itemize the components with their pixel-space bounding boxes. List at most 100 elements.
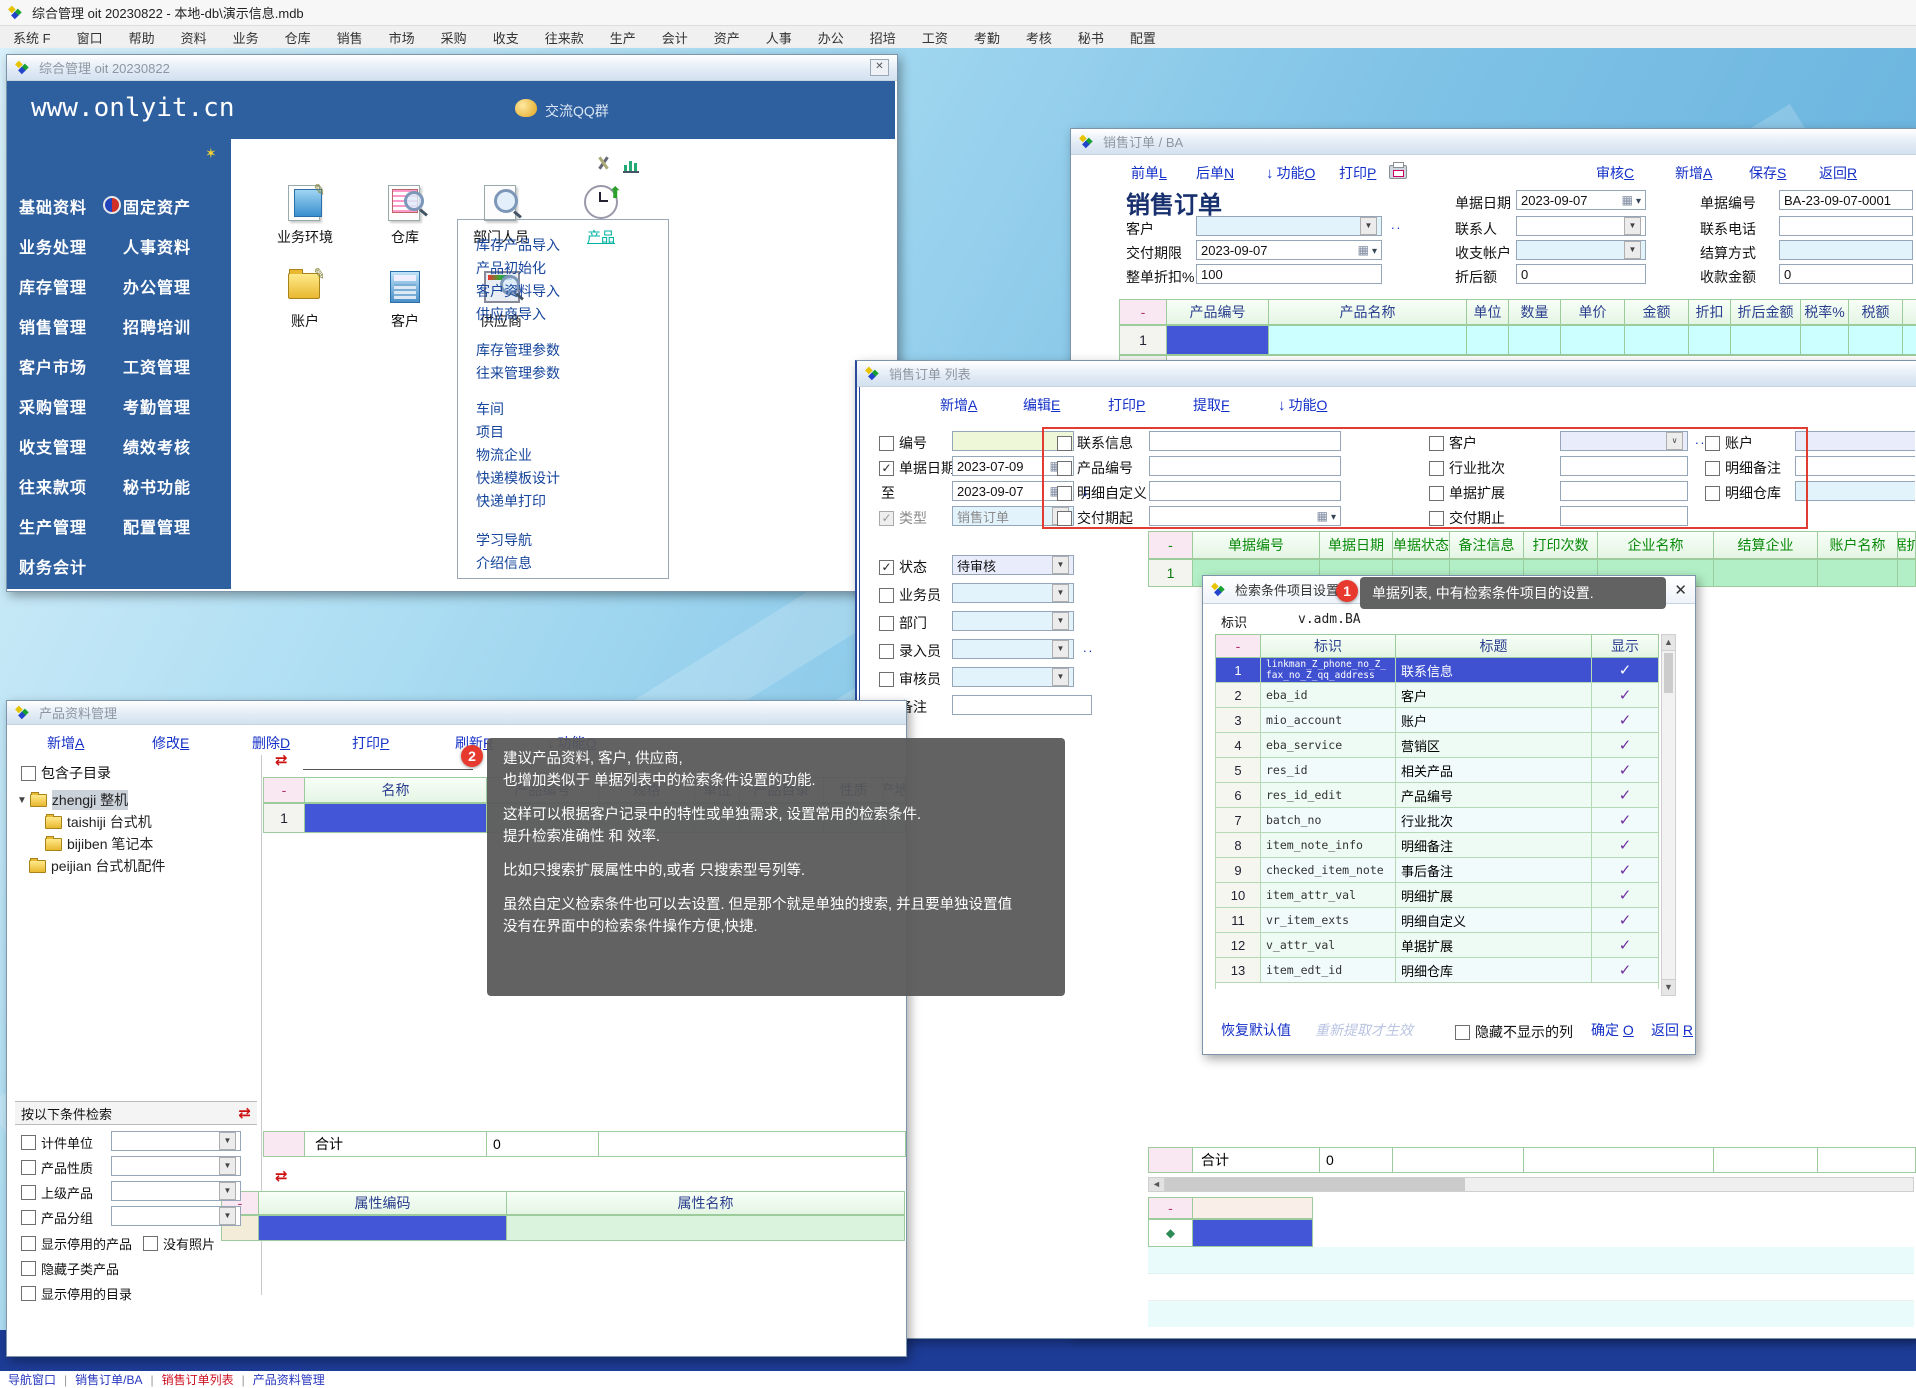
sidebar-item[interactable]: 基础资料	[19, 194, 87, 218]
show-disabled-checkbox[interactable]	[21, 1236, 36, 1251]
tree-node-root[interactable]: ▼zhengji 整机	[17, 789, 247, 811]
include-sub-checkbox[interactable]	[21, 766, 36, 781]
sidebar-item[interactable]: 财务会计	[19, 554, 87, 578]
menu-item[interactable]: 生产	[597, 28, 649, 47]
detail-row-selected[interactable]: ◆	[1148, 1219, 1914, 1247]
quick-link[interactable]: 客户资料导入	[476, 280, 668, 303]
detail-wh-input[interactable]	[1795, 481, 1915, 501]
customer-combo[interactable]: ▼	[1196, 216, 1382, 236]
settle-input[interactable]	[1779, 240, 1913, 260]
tree-node[interactable]: peijian 台式机配件	[17, 855, 247, 877]
doc-date-input[interactable]: 2023-09-07▦	[1516, 190, 1646, 210]
taskbar-item-product[interactable]: 产品资料管理	[245, 1371, 333, 1388]
add-button[interactable]: 新增A	[940, 395, 977, 415]
quick-link[interactable]: 项目	[476, 421, 668, 444]
scrollbar-thumb[interactable]	[1165, 1178, 1465, 1191]
ok-button[interactable]: 确定 O	[1591, 1020, 1634, 1040]
quick-link[interactable]: 供应商导入	[476, 303, 668, 326]
print-button[interactable]: 打印P	[352, 733, 389, 753]
icon-account[interactable]: ✎ 账户	[259, 267, 351, 331]
group-checkbox[interactable]	[21, 1210, 36, 1225]
chart-icon[interactable]	[623, 157, 639, 173]
sales-order-titlebar[interactable]: ◆◆◆ 销售订单 / BA	[1071, 129, 1916, 155]
swap-icon[interactable]: ⇄	[275, 1167, 288, 1185]
unit-checkbox[interactable]	[21, 1135, 36, 1150]
nav-window-titlebar[interactable]: ◆◆◆ 综合管理 oit 20230822 ✕	[7, 55, 897, 81]
menu-item[interactable]: 采购	[428, 28, 480, 47]
menu-item[interactable]: 考核	[1013, 28, 1065, 47]
close-icon[interactable]: ✕	[870, 59, 889, 76]
note-input[interactable]	[952, 695, 1092, 715]
column-setting-row[interactable]: 6 res_id_edit 产品编号 ✓	[1215, 783, 1659, 808]
site-link[interactable]: www.onlyit.cn	[31, 93, 235, 123]
deadline-input[interactable]: 2023-09-07▦	[1196, 240, 1382, 260]
quick-link[interactable]: 车间	[476, 398, 668, 421]
horizontal-scrollbar[interactable]: ◄	[1148, 1177, 1914, 1192]
menu-item[interactable]: 业务	[220, 28, 272, 47]
menu-item[interactable]: 系统 F	[0, 28, 64, 47]
column-setting-row[interactable]: 13 item_edt_id 明细仓库 ✓	[1215, 958, 1659, 983]
quick-link[interactable]: 库存管理参数	[476, 339, 668, 362]
contact-combo[interactable]: ▼	[1516, 216, 1646, 236]
product-titlebar[interactable]: ◆◆◆ 产品资料管理	[7, 701, 906, 725]
menu-item[interactable]: 资料	[168, 28, 220, 47]
salesman-checkbox[interactable]	[879, 588, 894, 603]
column-setting-row[interactable]: 2 eba_id 客户 ✓	[1215, 683, 1659, 708]
order-item-row[interactable]: 1	[1119, 325, 1916, 355]
column-setting-row[interactable]: 12 v_attr_val 单据扩展 ✓	[1215, 933, 1659, 958]
sidebar-item[interactable]: 固定资产	[123, 194, 191, 218]
print-button[interactable]: 打印P	[1108, 395, 1145, 415]
customer-more-button[interactable]: ..	[1391, 217, 1402, 232]
sidebar-item[interactable]: 收支管理	[19, 434, 87, 458]
column-setting-row[interactable]: 10 item_attr_val 明细扩展 ✓	[1215, 883, 1659, 908]
function-menu-button[interactable]: ↓功能O	[1266, 163, 1315, 183]
status-combo[interactable]: 待审核▼	[952, 555, 1074, 575]
parent-combo[interactable]: ▼	[111, 1181, 241, 1201]
parent-checkbox[interactable]	[21, 1185, 36, 1200]
scroll-up-icon[interactable]: ▲	[1662, 635, 1675, 651]
add-button[interactable]: 新增A	[1675, 163, 1712, 183]
quick-link[interactable]: 产品初始化	[476, 257, 668, 280]
quick-link[interactable]: 物流企业	[476, 444, 668, 467]
salesman-combo[interactable]: ▼	[952, 583, 1074, 603]
show-disabled-dir-checkbox[interactable]	[21, 1286, 36, 1301]
sidebar-item[interactable]: 工资管理	[123, 354, 191, 378]
qq-group-link[interactable]: 交流QQ群	[545, 101, 609, 121]
sidebar-item[interactable]: 客户市场	[19, 354, 87, 378]
hide-cols-checkbox[interactable]	[1455, 1025, 1470, 1040]
sidebar-item[interactable]: 采购管理	[19, 394, 87, 418]
menu-item[interactable]: 考勤	[961, 28, 1013, 47]
function-menu-button[interactable]: ↓功能O	[1278, 395, 1327, 415]
no-checkbox[interactable]	[879, 436, 894, 451]
scroll-left-icon[interactable]: ◄	[1149, 1178, 1165, 1191]
back-button[interactable]: 返回R	[1819, 163, 1857, 183]
status-checkbox[interactable]	[879, 560, 894, 575]
dept-combo[interactable]: ▼	[952, 611, 1074, 631]
delete-button[interactable]: 删除D	[252, 733, 290, 753]
sidebar-item[interactable]: 往来款项	[19, 474, 87, 498]
sidebar-item[interactable]: 绩效考核	[123, 434, 191, 458]
back-button[interactable]: 返回 R	[1651, 1020, 1693, 1040]
auditor-checkbox[interactable]	[879, 672, 894, 687]
swap-icon[interactable]: ⇄	[275, 751, 288, 769]
quick-link[interactable]: 往来管理参数	[476, 362, 668, 385]
vertical-scrollbar[interactable]: ▲ ▼	[1661, 634, 1676, 996]
sidebar-item[interactable]: 销售管理	[19, 314, 87, 338]
unit-combo[interactable]: ▼	[111, 1131, 241, 1151]
column-setting-row[interactable]: 1 linkman_Z_phone_no_Z_fax_no_Z_qq_addre…	[1215, 658, 1659, 683]
taskbar-item-nav[interactable]: 导航窗口	[0, 1371, 64, 1388]
received-input[interactable]: 0	[1779, 264, 1913, 284]
add-button[interactable]: 新增A	[47, 733, 84, 753]
quick-search-input[interactable]	[303, 753, 473, 770]
sidebar-item[interactable]: 业务处理	[19, 234, 87, 258]
doc-no-input[interactable]: BA-23-09-07-0001	[1779, 190, 1913, 210]
taskbar-item-order-list[interactable]: 销售订单列表	[154, 1371, 242, 1388]
dept-checkbox[interactable]	[879, 616, 894, 631]
printer-icon[interactable]	[1389, 165, 1407, 179]
scrollbar-thumb[interactable]	[1664, 653, 1673, 693]
tree-node[interactable]: taishiji 台式机	[17, 811, 247, 833]
detail-note-input[interactable]	[1795, 456, 1915, 476]
swap-icon[interactable]: ⇄	[238, 1104, 251, 1122]
fetch-button[interactable]: 提取F	[1193, 395, 1230, 415]
date-checkbox[interactable]	[879, 461, 894, 476]
